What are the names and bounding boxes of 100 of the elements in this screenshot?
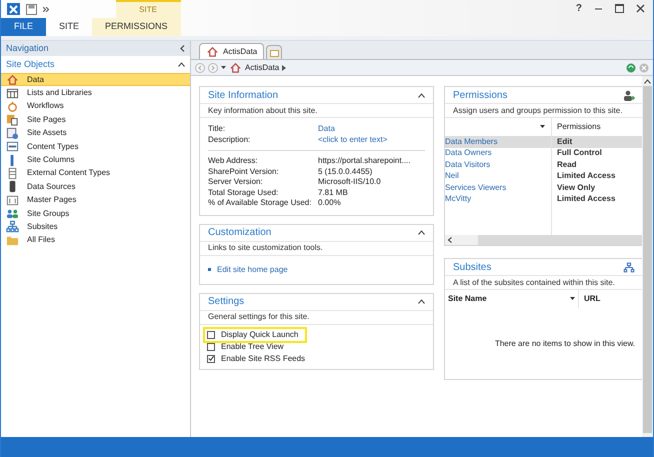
field-label: % of Available Storage Used: bbox=[208, 197, 312, 210]
field-label: Description: bbox=[208, 134, 252, 146]
section-header[interactable]: Site Objects bbox=[6, 58, 55, 72]
home-icon bbox=[206, 45, 219, 58]
nav-item[interactable]: Site Groups bbox=[1, 206, 190, 220]
field-value: 7.81 MB bbox=[318, 186, 348, 199]
nav-item[interactable]: Subsites bbox=[1, 220, 190, 234]
layout-icon bbox=[6, 194, 19, 207]
collapse-icon[interactable] bbox=[178, 62, 185, 67]
column-header[interactable]: Site Name bbox=[448, 293, 487, 305]
field-value: https://portal.sharepoint.... bbox=[318, 155, 410, 168]
sort-icon[interactable] bbox=[570, 297, 575, 301]
nav-item[interactable]: External Content Types bbox=[1, 166, 190, 180]
checkbox-option[interactable]: Enable Site RSS Feeds bbox=[205, 352, 305, 364]
empty-message: There are no items to show in this view. bbox=[494, 338, 635, 350]
panel-description: A list of the subsites contained within this site. bbox=[453, 276, 615, 288]
field-value: Microsoft-IIS/10.0 bbox=[318, 176, 381, 188]
panel-description: Links to site customization tools. bbox=[208, 242, 323, 254]
bullet-icon bbox=[208, 268, 211, 271]
permission-level-cell-text: Limited Access bbox=[556, 170, 616, 182]
collapse-icon[interactable] bbox=[418, 230, 425, 235]
permission-name-cell[interactable]: Services Viewers bbox=[445, 182, 551, 194]
field-label: Web Address: bbox=[208, 155, 259, 168]
collapse-icon[interactable] bbox=[418, 299, 425, 304]
checkbox-option[interactable]: Display Quick Launch bbox=[205, 328, 305, 340]
context-group-label: SITE bbox=[139, 4, 157, 16]
panel-title: Customization bbox=[208, 226, 272, 240]
checkbox[interactable] bbox=[207, 354, 215, 362]
document-tab[interactable]: ActisData bbox=[199, 43, 264, 59]
permission-level-cell-text: Read bbox=[556, 159, 578, 170]
field-value[interactable]: <click to enter text> bbox=[318, 134, 388, 146]
horizontal-scrollbar[interactable] bbox=[445, 235, 642, 245]
scroll-up-icon[interactable] bbox=[644, 78, 651, 84]
dropdown-icon[interactable] bbox=[221, 66, 226, 70]
panel-description: Assign users and groups permission to this site. bbox=[453, 104, 622, 116]
nav-item[interactable]: Site Columns bbox=[1, 153, 190, 167]
sitemap-icon bbox=[6, 220, 19, 234]
workflow-icon bbox=[6, 100, 19, 113]
field-label: Server Version: bbox=[208, 176, 264, 188]
edit-home-page-link[interactable]: Edit site home page bbox=[217, 264, 288, 276]
nav-item[interactable]: Workflows bbox=[1, 100, 190, 114]
permission-level-cell-text: Full Control bbox=[556, 148, 603, 159]
vertical-scrollbar[interactable] bbox=[642, 76, 653, 437]
close-icon[interactable] bbox=[636, 4, 645, 13]
form-icon bbox=[6, 140, 19, 154]
sort-icon[interactable] bbox=[540, 125, 545, 129]
field-label: Title: bbox=[208, 122, 226, 134]
pane-title: Navigation bbox=[6, 42, 49, 55]
scroll-left-icon[interactable] bbox=[448, 237, 452, 243]
column-header[interactable]: URL bbox=[579, 293, 600, 305]
image-file-icon bbox=[6, 126, 19, 140]
field-value: 5 (15.0.0.4455) bbox=[318, 166, 372, 178]
permission-name-cell[interactable]: Data Owners bbox=[445, 148, 551, 159]
app-logo-icon[interactable] bbox=[7, 3, 20, 15]
field-value: 0.00% bbox=[318, 197, 341, 210]
users-icon bbox=[6, 207, 19, 220]
ribbon-tab[interactable]: FILE bbox=[1, 18, 46, 36]
refresh-icon[interactable] bbox=[626, 62, 636, 72]
nav-item[interactable]: Lists and Libraries bbox=[1, 86, 190, 100]
sitemap-icon[interactable] bbox=[623, 262, 635, 272]
permission-name-cell[interactable]: Data Visitors bbox=[445, 159, 551, 170]
nav-item[interactable]: Data bbox=[1, 73, 190, 86]
page-icon bbox=[270, 48, 279, 56]
checkbox-option[interactable]: Enable Tree View bbox=[205, 340, 305, 352]
permission-level-cell: Edit bbox=[552, 136, 642, 148]
nav-item[interactable]: Content Types bbox=[1, 140, 190, 154]
pages-icon bbox=[6, 113, 19, 126]
maximize-icon[interactable] bbox=[615, 4, 624, 13]
nav-item[interactable]: Site Pages bbox=[1, 113, 190, 127]
breadcrumb-item[interactable]: ActisData bbox=[245, 62, 280, 74]
more-icon[interactable] bbox=[43, 6, 49, 12]
collapse-pane-icon[interactable] bbox=[180, 45, 185, 52]
permission-name-cell[interactable]: McVitty bbox=[445, 194, 551, 205]
home-icon bbox=[229, 61, 242, 74]
nav-item[interactable]: Data Sources bbox=[1, 180, 190, 194]
permission-level-cell-text: Limited Access bbox=[556, 194, 616, 205]
panel-title: Site Information bbox=[208, 88, 278, 102]
add-user-icon[interactable] bbox=[623, 90, 635, 100]
panel-title: Subsites bbox=[453, 260, 492, 274]
ribbon-tab[interactable]: PERMISSIONS bbox=[92, 18, 181, 36]
save-icon[interactable] bbox=[26, 4, 37, 14]
column-header[interactable]: Permissions bbox=[557, 121, 601, 133]
field-label: SharePoint Version: bbox=[208, 166, 280, 178]
chevron-right-icon[interactable] bbox=[282, 64, 286, 70]
table-icon bbox=[6, 86, 19, 100]
collapse-icon[interactable] bbox=[418, 92, 425, 98]
help-button[interactable]: ? bbox=[576, 4, 582, 14]
nav-item[interactable]: Site Assets bbox=[1, 126, 190, 140]
checkbox[interactable] bbox=[207, 330, 215, 338]
panel-description: Key information about this site. bbox=[208, 104, 318, 116]
home-icon bbox=[6, 73, 19, 86]
field-label: Total Storage Used: bbox=[208, 186, 280, 199]
field-value[interactable]: Data bbox=[318, 122, 335, 134]
nav-item[interactable]: Master Pages bbox=[1, 194, 190, 207]
permission-name-cell[interactable]: Neil bbox=[445, 170, 551, 182]
panel-description: General settings for this site. bbox=[208, 311, 310, 323]
ribbon-tab[interactable]: SITE bbox=[46, 18, 92, 36]
permission-name-cell[interactable]: Data Members bbox=[445, 136, 551, 148]
page-icon bbox=[6, 166, 19, 180]
nav-item[interactable]: All Files bbox=[1, 234, 190, 248]
